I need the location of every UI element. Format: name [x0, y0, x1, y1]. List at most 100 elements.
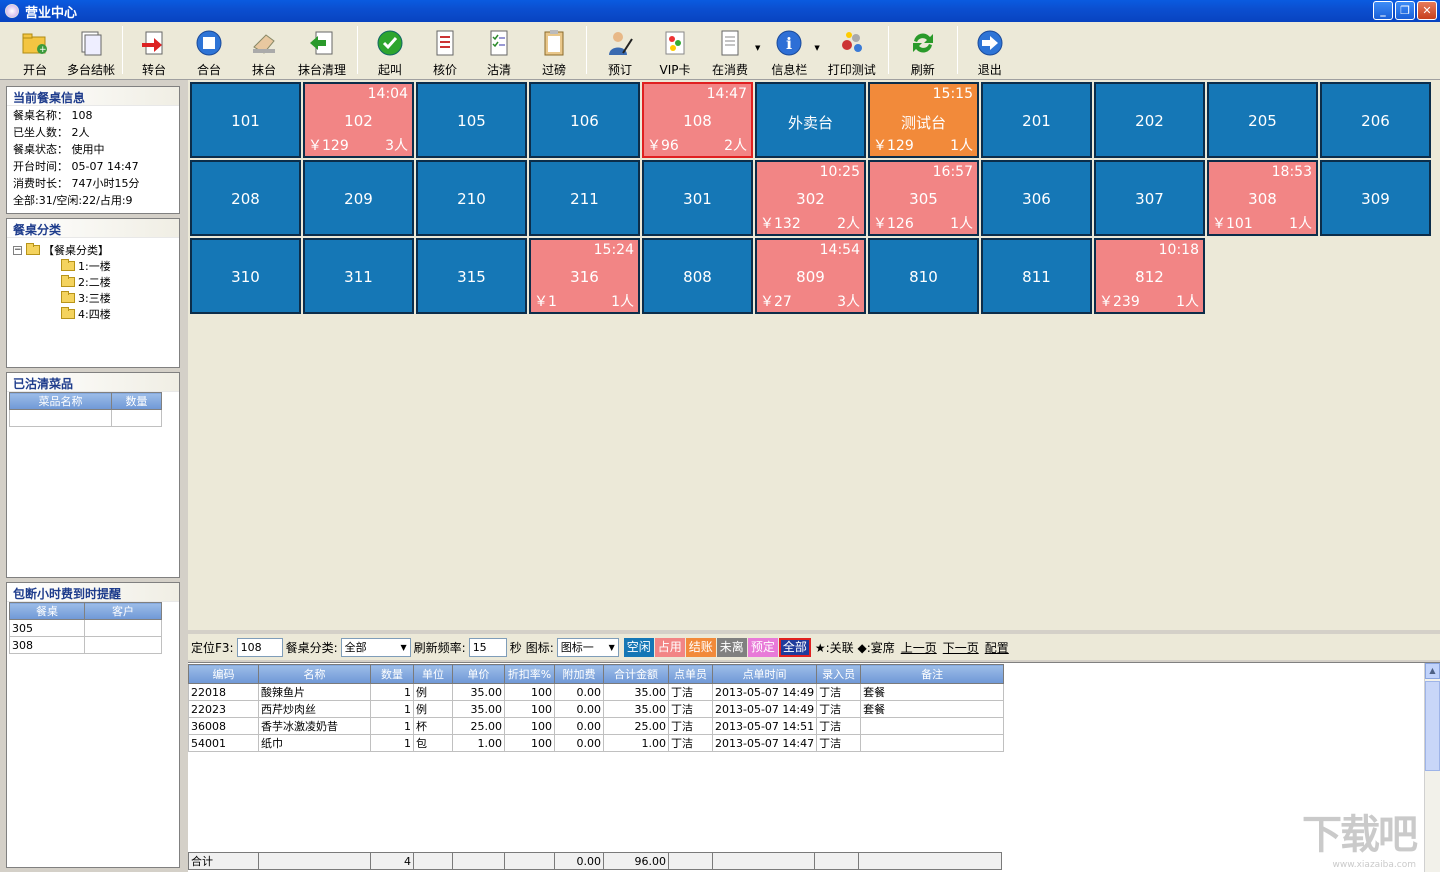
tree-root[interactable]: − 【餐桌分类】 [13, 242, 173, 258]
table-tile-202[interactable]: 202 [1094, 82, 1205, 158]
order-cell[interactable]: 丁洁 [816, 734, 862, 752]
order-header-cell[interactable]: 单位 [413, 664, 453, 684]
order-cell[interactable]: 丁洁 [668, 717, 713, 735]
table-tile-311[interactable]: 311 [303, 238, 414, 314]
toolbar-button-3[interactable]: 转台 [127, 22, 181, 78]
toolbar-button-0[interactable]: + 开台 [6, 22, 64, 78]
tree-item[interactable]: 3:三楼 [13, 290, 173, 306]
order-cell[interactable]: 2013-05-07 14:49 [711, 700, 818, 718]
order-cell[interactable]: 100 [504, 734, 555, 752]
table-tile-外卖台[interactable]: 外卖台 [755, 82, 866, 158]
order-cell[interactable]: 22023 [188, 700, 259, 718]
order-cell[interactable]: 酸辣鱼片 [258, 683, 371, 701]
order-cell[interactable]: 0.00 [554, 734, 604, 752]
collapse-icon[interactable]: − [13, 245, 22, 255]
order-cell[interactable]: 1 [370, 683, 414, 701]
order-cell[interactable]: 2013-05-07 14:51 [711, 717, 818, 735]
order-cell[interactable]: 100 [504, 683, 555, 701]
scroll-up-icon[interactable]: ▲ [1425, 663, 1440, 679]
order-cell[interactable]: 丁洁 [816, 717, 862, 735]
toolbar-button-17[interactable]: 打印测试 [820, 22, 884, 78]
order-header-cell[interactable]: 数量 [370, 664, 414, 684]
toolbar-button-5[interactable]: 抹台 [237, 22, 291, 78]
status-filter-0[interactable]: 空闲 [623, 637, 654, 657]
order-cell[interactable]: 丁洁 [816, 700, 862, 718]
table-tile-811[interactable]: 811 [981, 238, 1092, 314]
order-cell[interactable]: 22018 [188, 683, 259, 701]
tree-item[interactable]: 4:四楼 [13, 306, 173, 322]
table-tile-210[interactable]: 210 [416, 160, 527, 236]
order-cell[interactable]: 包 [413, 734, 453, 752]
order-header-cell[interactable]: 点单员 [668, 664, 713, 684]
order-header-cell[interactable]: 附加费 [554, 664, 604, 684]
table-tile-308[interactable]: 308 18:53 ￥101 1人 [1207, 160, 1318, 236]
table-tile-205[interactable]: 205 [1207, 82, 1318, 158]
table-tile-测试台[interactable]: 测试台 15:15 ￥129 1人 [868, 82, 979, 158]
table-row[interactable]: 54001 纸巾 1 包 1.00 100 0.00 1.00 丁洁 2013-05-07 14:… [188, 734, 1005, 752]
order-cell[interactable]: 2013-05-07 14:49 [711, 683, 818, 701]
config-link[interactable]: 配置 [985, 639, 1009, 656]
reminder-header-table[interactable]: 餐桌 [9, 602, 85, 620]
order-header-cell[interactable]: 单价 [452, 664, 505, 684]
close-button[interactable]: ✕ [1417, 1, 1437, 20]
status-filter-1[interactable]: 占用 [654, 637, 685, 657]
toolbar-button-11[interactable]: 过磅 [526, 22, 582, 78]
table-tile-301[interactable]: 301 [642, 160, 753, 236]
table-tile-810[interactable]: 810 [868, 238, 979, 314]
reminder-header-customer[interactable]: 客户 [84, 602, 162, 620]
order-cell[interactable]: 丁洁 [668, 683, 713, 701]
order-cell[interactable]: 36008 [188, 717, 259, 735]
order-cell[interactable]: 1.00 [603, 734, 669, 752]
order-cell[interactable]: 1 [370, 700, 414, 718]
next-page-link[interactable]: 下一页 [943, 639, 979, 656]
toolbar-button-8[interactable]: 起叫 [362, 22, 418, 78]
prev-page-link[interactable]: 上一页 [901, 639, 937, 656]
order-header-cell[interactable]: 折扣率% [504, 664, 555, 684]
table-tile-106[interactable]: 106 [529, 82, 640, 158]
table-tile-102[interactable]: 102 14:04 ￥129 3人 [303, 82, 414, 158]
toolbar-button-9[interactable]: 核价 [418, 22, 472, 78]
toolbar-button-14[interactable]: VIP卡 [649, 22, 701, 78]
table-tile-809[interactable]: 809 14:54 ￥27 3人 [755, 238, 866, 314]
reminder-cell[interactable]: 305 [9, 619, 85, 637]
order-cell[interactable]: 1 [370, 734, 414, 752]
order-cell[interactable]: 35.00 [452, 700, 505, 718]
reminder-cell[interactable] [84, 636, 162, 654]
toolbar-button-10[interactable]: 沽清 [472, 22, 526, 78]
order-cell[interactable]: 0.00 [554, 683, 604, 701]
order-cell[interactable]: 35.00 [452, 683, 505, 701]
order-cell[interactable]: 例 [413, 683, 453, 701]
toolbar-button-15[interactable]: 在消费 [701, 22, 759, 78]
table-tile-209[interactable]: 209 [303, 160, 414, 236]
status-filter-4[interactable]: 预定 [747, 637, 778, 657]
order-cell[interactable]: 丁洁 [816, 683, 862, 701]
soldout-header-name[interactable]: 菜品名称 [9, 392, 112, 410]
toolbar-button-4[interactable]: 合台 [181, 22, 237, 78]
order-cell[interactable]: 2013-05-07 14:47 [711, 734, 818, 752]
order-cell[interactable]: 54001 [188, 734, 259, 752]
table-tile-316[interactable]: 316 15:24 ￥1 1人 [529, 238, 640, 314]
status-filter-2[interactable]: 结账 [685, 637, 716, 657]
order-cell[interactable] [860, 717, 1005, 735]
order-cell[interactable]: 100 [504, 717, 555, 735]
table-tile-310[interactable]: 310 [190, 238, 301, 314]
order-cell[interactable]: 香芋冰激凌奶昔 [258, 717, 371, 735]
order-cell[interactable]: 丁洁 [668, 700, 713, 718]
order-cell[interactable]: 纸巾 [258, 734, 371, 752]
table-tile-305[interactable]: 305 16:57 ￥126 1人 [868, 160, 979, 236]
table-tile-812[interactable]: 812 10:18 ￥239 1人 [1094, 238, 1205, 314]
category-select[interactable]: 全部 ▼ [340, 637, 411, 657]
reminder-cell[interactable]: 308 [9, 636, 85, 654]
table-tile-302[interactable]: 302 10:25 ￥132 2人 [755, 160, 866, 236]
table-tile-208[interactable]: 208 [190, 160, 301, 236]
order-header-cell[interactable]: 录入员 [816, 664, 862, 684]
order-cell[interactable]: 0.00 [554, 700, 604, 718]
order-header-cell[interactable]: 备注 [860, 664, 1005, 684]
order-cell[interactable] [860, 734, 1005, 752]
table-tile-309[interactable]: 309 [1320, 160, 1431, 236]
locate-input[interactable]: 108 [236, 637, 283, 657]
order-cell[interactable]: 0.00 [554, 717, 604, 735]
order-cell[interactable]: 1 [370, 717, 414, 735]
order-cell[interactable]: 35.00 [603, 683, 669, 701]
soldout-header-qty[interactable]: 数量 [111, 392, 162, 410]
